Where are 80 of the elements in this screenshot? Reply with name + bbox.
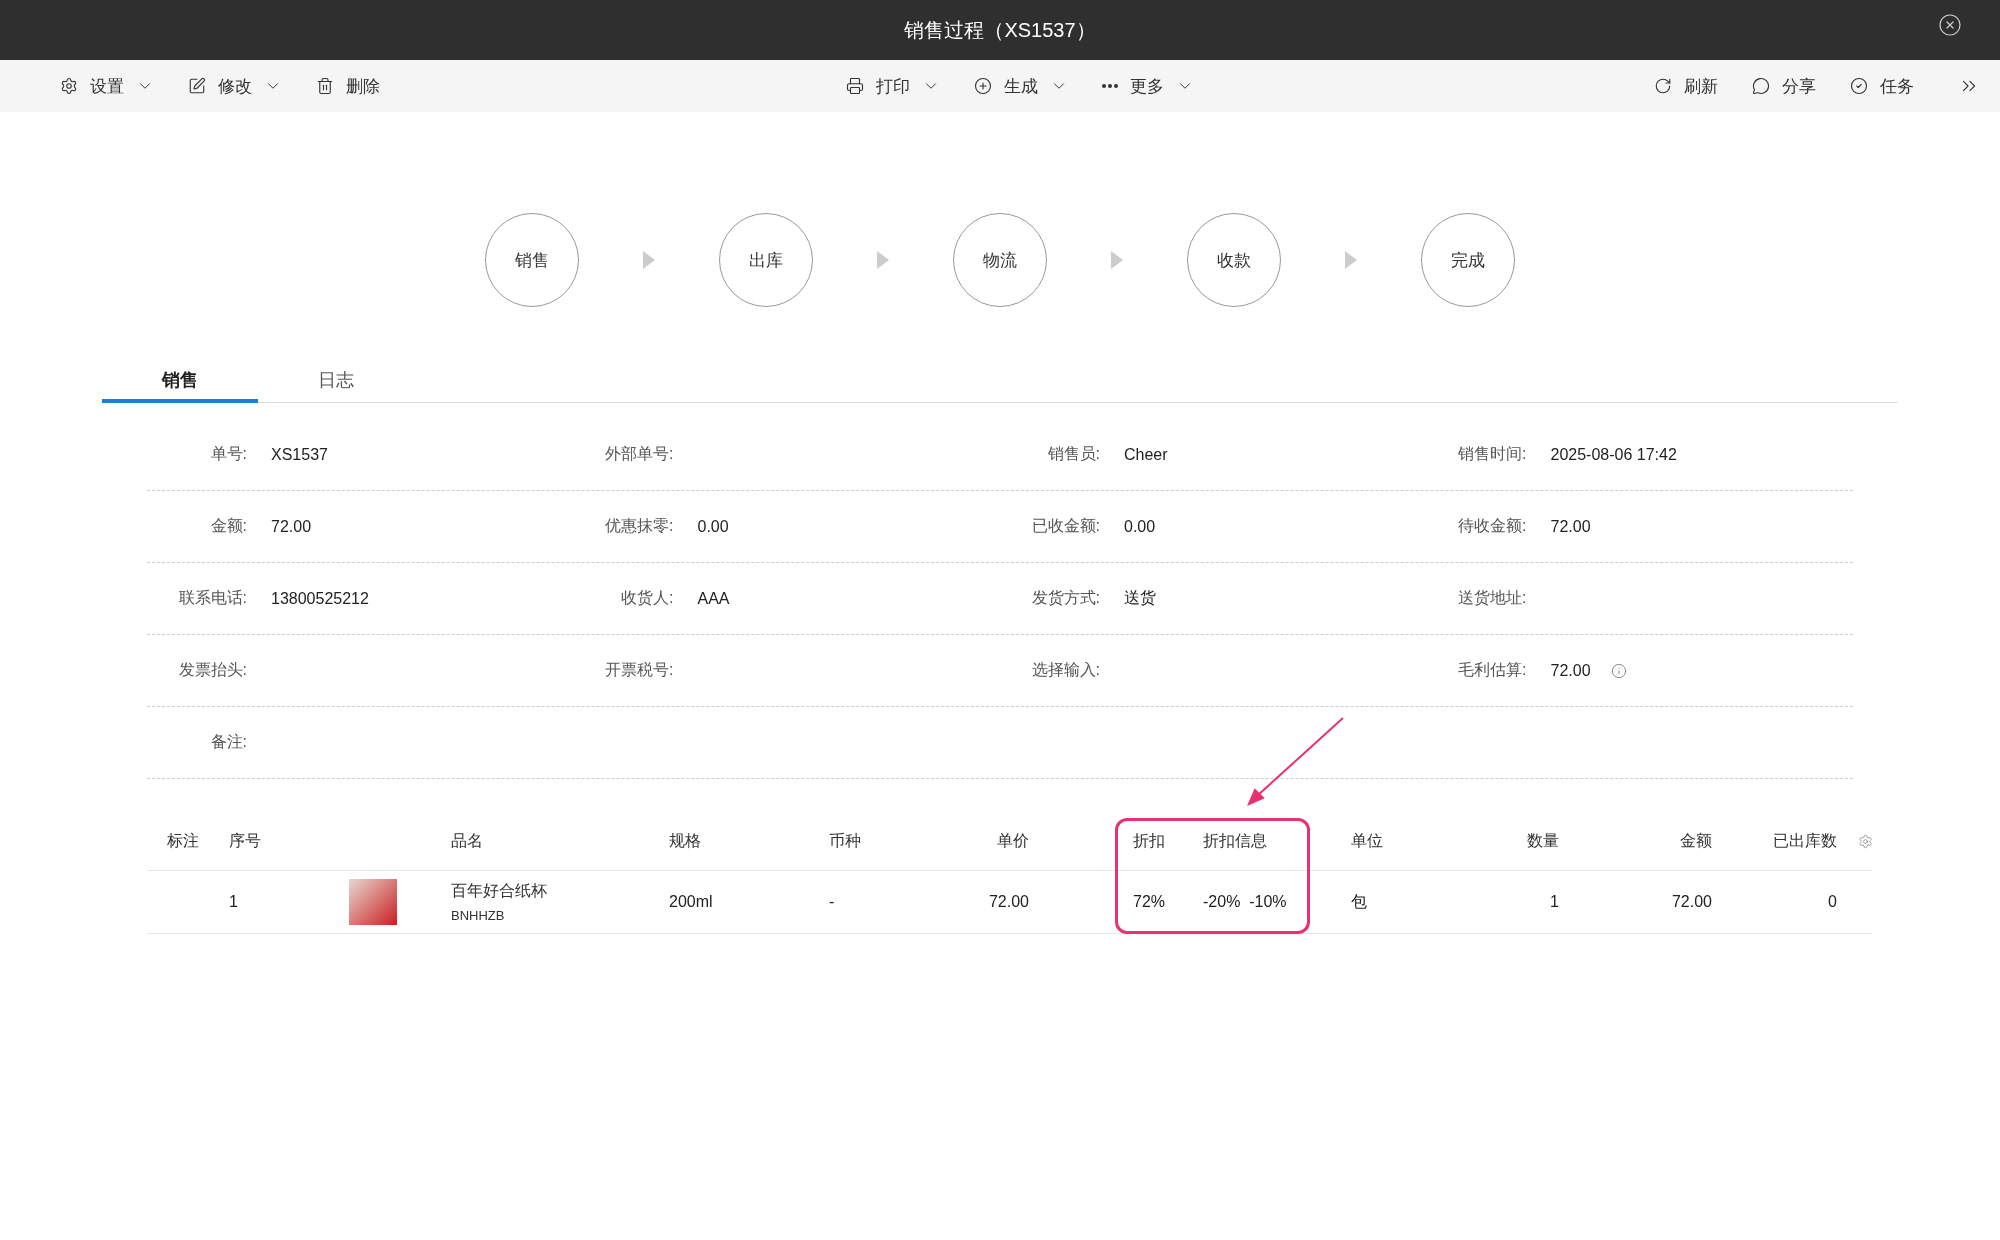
field-label: 开票税号:	[605, 660, 674, 680]
table-cell: 72.00	[988, 893, 1029, 911]
toolbar-button[interactable]: 设置	[60, 74, 154, 98]
step-arrow-icon	[877, 251, 889, 269]
field-label: 待收金额:	[1458, 516, 1527, 536]
table-cell: 0	[1828, 893, 1837, 911]
column-header: 已出库数	[1773, 830, 1837, 851]
field-label: 外部单号:	[605, 444, 674, 464]
toolbar-button[interactable]: 删除	[316, 74, 380, 98]
column-header: 币种	[828, 830, 861, 851]
field-value: 72.00	[1550, 517, 1591, 536]
field-label: 金额:	[210, 516, 247, 536]
field-label: 优惠抹零:	[605, 516, 674, 536]
table-cell-text: 1	[228, 893, 238, 911]
field-value: XS1537	[271, 445, 328, 464]
table-cell-text: 包	[1350, 891, 1367, 912]
table-cell-text: -	[828, 893, 835, 911]
field-value: 2025-08-06 17:42	[1550, 445, 1677, 464]
toolbar-icon	[1654, 77, 1672, 95]
toolbar-icon	[846, 77, 864, 95]
column-header: 标注	[166, 830, 199, 851]
toolbar-icon	[316, 77, 334, 95]
photo-placeholder	[349, 879, 397, 925]
column-header: 金额	[1680, 830, 1712, 851]
field-label: 送货地址:	[1458, 588, 1527, 608]
toolbar-icon	[1850, 77, 1868, 95]
step-arrow-icon	[643, 251, 655, 269]
field-label: 收货人:	[621, 588, 674, 608]
step-arrow-icon	[1345, 251, 1357, 269]
dots-icon	[1102, 84, 1118, 88]
column-header: 规格	[668, 830, 701, 851]
toolbar-icon	[188, 77, 206, 95]
tab[interactable]: 日志	[258, 361, 414, 403]
info-icon[interactable]	[1610, 662, 1627, 679]
field-label: 销售员:	[1047, 444, 1100, 464]
toolbar-button[interactable]: 生成	[974, 74, 1068, 98]
toolbar-button[interactable]: 分享	[1752, 74, 1816, 98]
toolbar-icon	[1752, 77, 1770, 95]
column-header: 折扣	[1132, 830, 1165, 851]
toolbar-button[interactable]: 打印	[846, 74, 940, 98]
table-cell-text: 200ml	[668, 893, 713, 911]
toolbar-button[interactable]: 修改	[188, 74, 282, 98]
toolbar-button[interactable]: 任务	[1850, 74, 1914, 98]
field-label: 销售时间:	[1458, 444, 1527, 464]
field-label: 联系电话:	[178, 588, 247, 608]
toolbar-button[interactable]: 刷新	[1654, 74, 1718, 98]
column-header: 折扣信息	[1202, 830, 1267, 851]
field-label: 单号:	[210, 444, 247, 464]
field-label: 备注:	[210, 732, 247, 752]
field-value: 72.00	[1550, 661, 1591, 680]
field-value: AAA	[697, 589, 730, 608]
toolbar-button[interactable]: 更多	[1102, 74, 1194, 98]
table-cell-text: -20% -10%	[1202, 893, 1287, 911]
column-header: 单位	[1350, 830, 1383, 851]
field-value: 72.00	[271, 517, 312, 536]
product-code: BNHHZB	[451, 908, 506, 923]
close-button[interactable]	[1938, 13, 1962, 37]
column-header: 单价	[997, 830, 1029, 851]
field-value: 13800525212	[271, 589, 369, 608]
field-label: 已收金额:	[1031, 516, 1100, 536]
field-label: 发货方式:	[1031, 588, 1100, 608]
field-value: 0.00	[1124, 517, 1156, 536]
table-cell-text: 72%	[1132, 893, 1166, 911]
window-title: 销售过程（XS1537）	[904, 17, 1096, 43]
toolbar-icon	[60, 77, 78, 95]
tab[interactable]: 销售	[102, 361, 258, 403]
step-arrow-icon	[1111, 251, 1123, 269]
field-label: 选择输入:	[1031, 660, 1100, 680]
field-label: 毛利估算:	[1458, 660, 1527, 680]
table-cell: 72.00	[1671, 893, 1712, 911]
field-value: Cheer	[1124, 445, 1168, 464]
field-value: 0.00	[697, 517, 729, 536]
toolbar-icon	[974, 77, 992, 95]
column-header: 序号	[228, 830, 261, 851]
column-header: 品名	[450, 830, 483, 851]
table-cell: 1	[1550, 893, 1559, 911]
column-header: 数量	[1527, 830, 1559, 851]
product-name: 百年好合纸杯	[451, 881, 548, 901]
field-label: 发票抬头:	[178, 660, 247, 680]
field-value: 送货	[1124, 588, 1156, 608]
